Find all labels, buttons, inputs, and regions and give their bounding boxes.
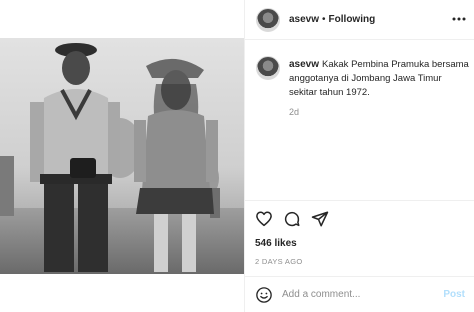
share-icon[interactable] (311, 210, 329, 228)
post-header: asevw • Following (245, 0, 474, 40)
post-photo[interactable] (0, 38, 244, 274)
following-button[interactable]: Following (329, 14, 376, 25)
comment-bar: Post (245, 276, 474, 312)
caption-text-block: asevw Kakak Pembina Pramuka bersama anggo… (289, 58, 469, 100)
divider (245, 200, 474, 201)
caption-timestamp: 2d (289, 107, 300, 117)
post-comment-button[interactable]: Post (443, 289, 465, 300)
heart-icon[interactable] (255, 210, 273, 228)
action-bar (255, 210, 339, 228)
post-details-panel: asevw • Following asevw Kakak Pembina Pra… (244, 0, 474, 312)
separator-dot: • (322, 14, 326, 25)
comment-input[interactable] (282, 289, 432, 300)
more-options-icon[interactable] (451, 12, 467, 26)
avatar[interactable] (256, 7, 280, 32)
caption-block: asevw Kakak Pembina Pramuka bersama anggo… (256, 56, 470, 100)
caption-avatar[interactable] (256, 56, 280, 80)
caption-username[interactable]: asevw (289, 59, 319, 70)
comment-icon[interactable] (283, 210, 301, 228)
instagram-post-modal: asevw • Following asevw Kakak Pembina Pra… (0, 0, 474, 312)
emoji-icon[interactable] (255, 286, 273, 304)
likes-count[interactable]: 546 likes (255, 238, 297, 249)
post-time-ago: 2 DAYS AGO (255, 257, 303, 266)
header-username[interactable]: asevw (289, 14, 319, 25)
post-photo-image (0, 38, 244, 274)
photo-column (0, 0, 244, 312)
